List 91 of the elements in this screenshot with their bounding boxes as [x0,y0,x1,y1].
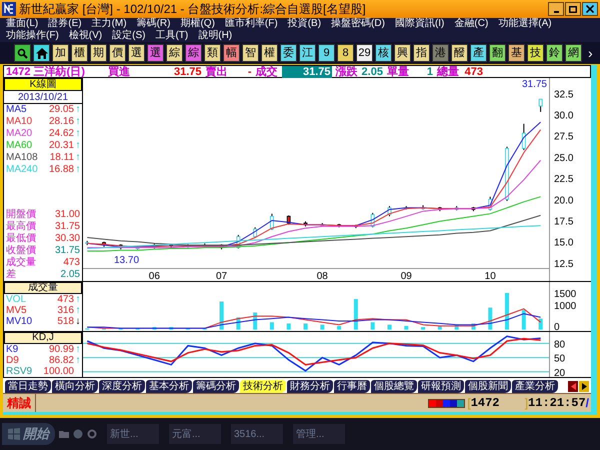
field-value: 31.75 [174,66,202,78]
indicator-value: 90.99 [48,344,74,355]
trend-arrow: ↑ [75,344,81,355]
clock-time: 11:21:57 [528,395,586,412]
stat-label: 差 [6,269,16,281]
price-label: 31.75 [522,80,547,90]
field-label: 總量 [436,66,459,78]
indicator-value: 18.11 [50,152,74,164]
bracket: [ [467,395,471,412]
trend-arrow: ↑ [75,140,81,152]
axis-label: 1500 [554,288,576,300]
axis-label: 25.0 [554,152,574,164]
indicator-value: 16.88 [48,164,74,176]
indicator-value: 28.16 [48,116,74,128]
indicator-label: K9 [6,344,18,355]
indicator-value: 100.00 [43,366,74,377]
stat-value: 2.05 [60,269,80,281]
trend-arrow: ↑ [75,294,81,305]
trend-arrow: ↑ [75,164,81,176]
axis-label: 32.5 [554,89,574,100]
stat-label: 最高價 [6,221,36,233]
trend-arrow: ↓ [75,316,81,327]
indicator-value: 316 [57,305,74,316]
trend-arrow: ↑ [75,305,81,316]
axis-label: 80 [554,339,566,350]
field-label: 單量 [386,66,409,78]
trend-arrow: ↑ [75,355,81,366]
indicator-label: MA108 [6,152,38,164]
trend-arrow: ↑ [75,116,81,128]
axis-label: 1000 [554,301,576,312]
field-value: 1 [426,66,433,78]
broker-name: 精誠 [3,394,36,412]
axis-label: 0 [554,322,560,331]
stat-value: 31.75 [54,221,80,233]
indicator-value: 20.31 [48,140,74,152]
indicator-value: 518 [57,316,74,327]
indicator-label: MA20 [6,128,32,140]
indicator-label: MA240 [6,164,38,176]
panel-title: KD,J [4,332,82,344]
indicator-value: 86.82 [48,355,74,366]
axis-label: 06 [148,271,160,281]
indicator-value: 29.05 [48,104,74,116]
indicator-value: 473 [57,294,74,305]
indicator-value: 24.62 [48,128,74,140]
trend-arrow: ↑ [75,128,81,140]
stat-value: 30.30 [54,233,80,245]
field-value: - [246,66,252,78]
stat-value: 473 [63,257,80,269]
field-value: 473 [464,66,483,78]
indicator-label: VOL [6,294,26,305]
stat-label: 收盤價 [6,245,36,256]
axis-label: 20 [554,368,566,377]
indicator-label: MA5 [6,104,27,116]
axis-label: 50 [554,354,566,365]
axis-label: 09 [400,271,412,281]
window-title: 新世紀贏家 [台灣] - 102/10/21 - 台盤技術分析:綜合自選股[名望股] [19,1,366,18]
price-label: 13.70 [114,256,140,266]
indicator-label: MV10 [6,316,32,327]
axis-label: 30.0 [554,110,574,122]
stat-label: 成交量 [6,257,36,269]
panel-title: K線圖 [4,78,82,91]
field-value: 31.75 [282,66,332,78]
axis-label: 08 [316,271,328,281]
axis-label: 15.0 [554,238,574,249]
stat-label: 最低價 [6,233,36,245]
busy-indicator: / [586,395,589,412]
axis-label: 20.0 [554,195,574,206]
trend-arrow: ↑ [75,152,81,164]
field-label: 賣出 [206,66,228,78]
stock-name: 1472 三洋紡(日) [5,66,86,78]
axis-label: 17.5 [554,216,574,228]
axis-label: 12.5 [554,258,574,270]
stat-value: 31.75 [54,245,80,257]
axis-label: 10 [484,271,496,281]
bracket: ] [524,395,528,412]
indicator-label: MA10 [6,116,32,128]
trend-arrow: ↑ [75,104,81,116]
axis-label: 22.5 [554,174,574,186]
stat-label: 開盤價 [6,209,36,220]
field-label: 成交 [256,66,278,78]
chart-date: 2013/10/21 [4,91,82,104]
stat-value: 31.00 [54,209,80,221]
indicator-label: MA60 [6,140,32,152]
indicator-label: RSV9 [6,366,32,377]
axis-label: 27.5 [554,132,574,143]
indicator-label: D9 [6,355,19,366]
indicator-label: MV5 [6,305,27,316]
field-label: 漲跌 [336,66,358,78]
field-label: 買進 [108,66,130,78]
field-value: 2.05 [362,66,383,78]
axis-label: 07 [216,271,228,281]
